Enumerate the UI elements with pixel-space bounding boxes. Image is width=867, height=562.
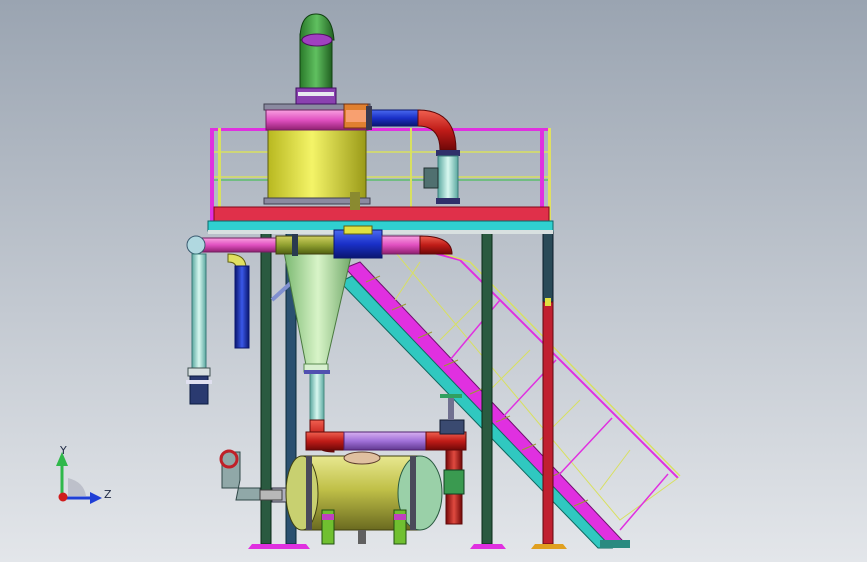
base-plate-3: [470, 544, 506, 549]
coordinate-triad: Y Z: [56, 444, 112, 504]
inlet-flange-left: [186, 235, 206, 255]
outlet-pipe-cyan: [437, 155, 459, 201]
cone-outlet-pipe: [309, 371, 325, 421]
tank-manway: [343, 451, 381, 465]
x-axis-dot: [58, 492, 68, 502]
vessel-body: [267, 129, 367, 203]
cad-viewport[interactable]: Y Z: [0, 0, 867, 562]
z-axis-label: Z: [104, 488, 112, 501]
stair-foot: [600, 540, 630, 548]
platform-deck: [213, 206, 550, 222]
exhaust-opening: [301, 33, 333, 47]
outlet-piping[interactable]: [366, 106, 460, 204]
column-right-b-top: [542, 231, 554, 303]
lower-elbow-right: [425, 431, 467, 451]
receiver-tank[interactable]: [285, 451, 443, 545]
z-axis-arrow: [90, 492, 102, 504]
lower-elbow-left: [305, 431, 347, 451]
side-inlet-pipe: [221, 451, 261, 501]
model-scene[interactable]: Y Z: [0, 0, 867, 562]
y-axis-label: Y: [59, 444, 67, 457]
lower-valve: [439, 419, 465, 435]
inlet-pipe-magenta: [195, 237, 277, 253]
column-right-a: [481, 231, 493, 545]
triad-plane: [68, 478, 86, 496]
cone-outlet-ring: [304, 370, 330, 374]
base-plate-2: [274, 544, 310, 549]
drop-pipe-blue: [234, 265, 250, 349]
separator-vessel[interactable]: [263, 13, 371, 210]
outlet-pipe-blue: [369, 109, 421, 127]
base-plate-4: [531, 544, 567, 549]
tank-head-left: [285, 455, 319, 531]
platform[interactable]: [207, 128, 554, 234]
drop-pipe-cyan: [191, 253, 207, 375]
inlet-elbow: [419, 235, 453, 255]
column-joint: [545, 298, 551, 306]
lower-pipe-lavender: [343, 431, 429, 451]
column-right-b-bottom: [542, 301, 554, 545]
